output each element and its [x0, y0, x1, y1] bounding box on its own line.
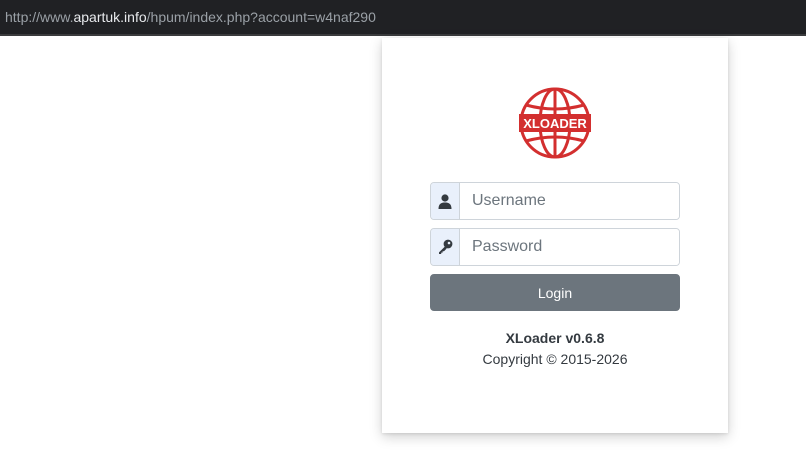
user-icon [431, 183, 460, 219]
product-version: XLoader v0.6.8 [505, 330, 605, 346]
username-input[interactable] [460, 183, 679, 219]
copyright-text: Copyright © 2015-2026 [482, 351, 628, 367]
logo-text: XLOADER [523, 116, 587, 131]
url-host: apartuk.info [73, 9, 147, 25]
key-icon [431, 229, 460, 265]
password-group [430, 228, 680, 266]
password-input[interactable] [460, 229, 679, 265]
username-group [430, 182, 680, 220]
url-path: /hpum/index.php?account=w4naf290 [146, 9, 376, 25]
login-button[interactable]: Login [430, 274, 680, 311]
login-card: XLOADER Login XLoader v0.6.8 Copyright ©… [382, 38, 728, 433]
globe-logo: XLOADER [519, 87, 591, 159]
url-prefix: http://www. [5, 9, 74, 25]
address-bar[interactable]: http://www. apartuk.info/hpum/index.php?a… [0, 0, 806, 36]
